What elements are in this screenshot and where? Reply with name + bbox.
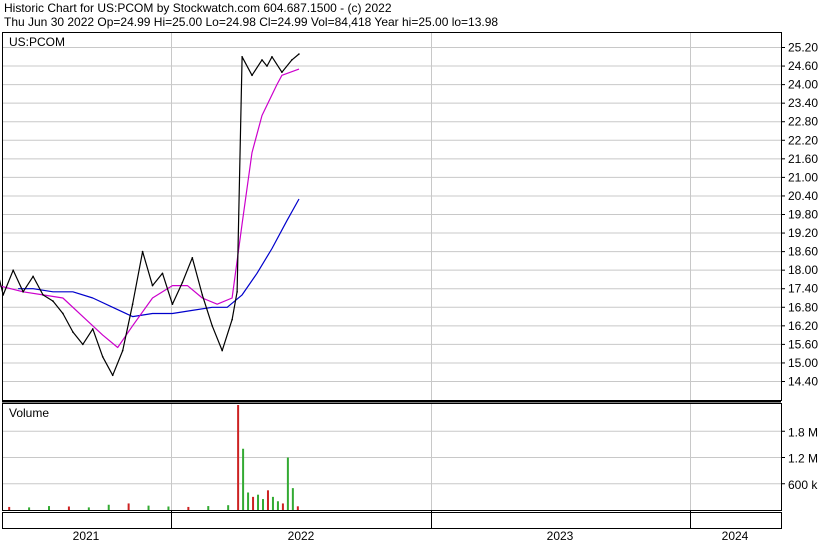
price-point: [121, 349, 124, 352]
price-tick-label: 22.20: [788, 133, 818, 147]
price-tick-label: 21.00: [788, 170, 818, 184]
volume-bar: [281, 503, 284, 510]
price-point: [231, 318, 233, 321]
x-tick-label: 2023: [547, 529, 574, 543]
volume-bar: [87, 507, 90, 510]
volume-bar: [252, 496, 255, 510]
price-point: [111, 374, 114, 377]
price-point: [22, 291, 24, 293]
price-tick-label: 24.00: [788, 78, 818, 92]
price-point: [181, 281, 184, 284]
volume-bar: [227, 505, 230, 510]
price-tick-label: 14.40: [788, 375, 818, 389]
price-tick-label: 18.00: [788, 263, 818, 277]
price-point: [151, 284, 154, 287]
volume-bar: [8, 506, 11, 510]
price-point: [161, 272, 164, 275]
volume-bar: [286, 457, 289, 510]
volume-bar: [271, 496, 274, 510]
price-point: [42, 294, 44, 296]
price-tick-label: 25.20: [788, 41, 818, 55]
price-tick-label: 15.00: [788, 356, 818, 370]
price-tick-label: 23.40: [788, 96, 818, 110]
ma-short-line: [0, 68, 300, 349]
price-point: [62, 312, 64, 315]
x-tick-label: 2022: [288, 529, 315, 543]
price-point: [211, 325, 214, 327]
volume-tick-label: 600 k: [788, 478, 818, 492]
volume-bar: [28, 507, 31, 510]
price-point: [261, 59, 263, 61]
price-tick-label: 15.60: [788, 337, 818, 351]
price-point: [281, 71, 283, 74]
price-point: [236, 291, 238, 293]
price-tick-label: 16.80: [788, 300, 818, 314]
price-point: [221, 349, 223, 352]
price-point: [191, 256, 194, 259]
price-point: [266, 65, 268, 67]
chart-canvas: 25.20 24.60 24.00 23.40 22.80 22.20 21.60 21.00…: [0, 32, 818, 543]
volume-tick-label: 1.2 M: [788, 452, 818, 466]
price-tick-label: 19.80: [788, 208, 818, 222]
price-point: [131, 303, 134, 305]
x-tick-label: 2021: [73, 529, 100, 543]
price-tick-label: 22.80: [788, 115, 818, 129]
volume-bar: [48, 506, 51, 510]
volume-bar: [207, 506, 210, 510]
volume-bar: [296, 506, 299, 510]
x-axis-frame: [2, 512, 782, 529]
volume-bar: [247, 492, 250, 510]
volume-bar: [67, 506, 70, 510]
price-point: [201, 294, 204, 296]
volume-panel-label: Volume: [9, 406, 49, 420]
volume-bar: [237, 405, 240, 510]
price-point: [241, 55, 243, 58]
panel-frames: [2, 32, 782, 529]
price-tick-label: 17.40: [788, 282, 818, 296]
volume-bar: [262, 499, 265, 510]
volume-bar: [291, 488, 294, 510]
stockwatch-chart: Historic Chart for US:PCOM by Stockwatch…: [0, 0, 830, 543]
price-point: [32, 275, 34, 278]
volume-bar: [127, 503, 130, 510]
x-tick-label: 2024: [722, 529, 749, 543]
price-point: [91, 328, 94, 330]
price-point: [12, 269, 14, 271]
volume-tick-label: 1.8 M: [788, 425, 818, 439]
price-point: [82, 343, 84, 346]
price-tick-label: 21.60: [788, 152, 818, 166]
price-point: [141, 250, 144, 253]
price-tick-label: 20.40: [788, 189, 818, 203]
volume-bar: [266, 490, 269, 510]
volume-bar: [187, 506, 190, 510]
price-point: [298, 53, 300, 55]
volume-bar: [257, 494, 260, 510]
price-panel-label: US:PCOM: [9, 35, 65, 49]
volume-bar: [107, 504, 110, 510]
price-point: [52, 300, 54, 302]
volume-bar: [147, 505, 150, 510]
price-tick-label: 16.20: [788, 319, 818, 333]
price-tick-label: 19.20: [788, 226, 818, 240]
price-point: [101, 355, 104, 358]
ma-long-line: [18, 198, 300, 318]
price-tick-label: 24.60: [788, 59, 818, 73]
price-point: [271, 55, 273, 58]
price-point: [291, 59, 293, 61]
price-point: [2, 294, 5, 296]
volume-bar: [242, 448, 245, 510]
volume-bar: [167, 506, 170, 510]
grid: [2, 32, 785, 510]
price-point: [251, 74, 253, 77]
volume-bar: [276, 501, 279, 510]
price-point: [72, 331, 74, 333]
price-tick-label: 18.60: [788, 245, 818, 259]
price-point: [171, 303, 174, 305]
